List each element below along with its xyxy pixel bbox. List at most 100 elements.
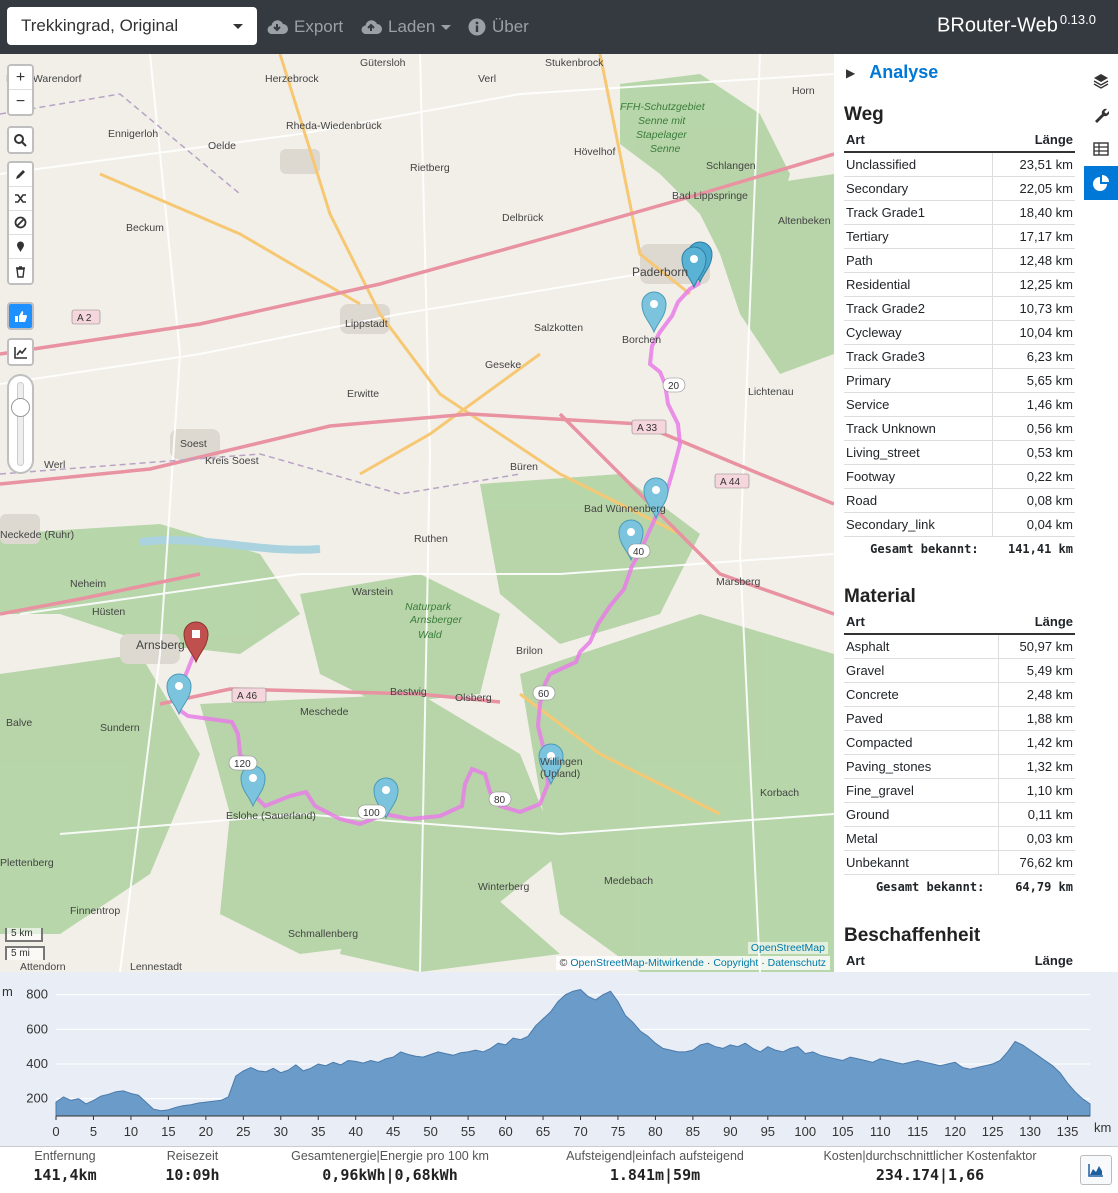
row-type: Cycleway <box>844 320 993 345</box>
zoom-out-button[interactable]: − <box>9 90 32 114</box>
map-view[interactable]: Gütersloh Stukenbrock Herzebrock Verl Horn Kr… <box>0 54 834 972</box>
about-button[interactable]: Über <box>468 14 529 40</box>
row-length: 6,23 km <box>992 344 1075 369</box>
table-row[interactable]: Residential 12,25 km <box>844 272 1075 297</box>
table-row[interactable]: Track Unknown 0,56 km <box>844 416 1075 441</box>
x-tick-label: 60 <box>498 1124 512 1139</box>
stat-energy: Gesamtenergie|Energie pro 100 km 0,96kWh… <box>280 1149 500 1184</box>
x-tick-label: 35 <box>311 1124 325 1139</box>
opacity-slider-track[interactable] <box>9 376 32 472</box>
table-row[interactable]: Metal 0,03 km <box>844 826 1075 851</box>
x-tick-label: 20 <box>199 1124 213 1139</box>
draw-route-button[interactable] <box>9 163 32 187</box>
svg-text:100: 100 <box>363 808 380 819</box>
table-row[interactable]: Track Grade2 10,73 km <box>844 296 1075 321</box>
poi-button[interactable] <box>9 235 32 259</box>
table-row[interactable]: Service 1,46 km <box>844 392 1075 417</box>
row-type: Concrete <box>844 682 999 707</box>
weg-col-length[interactable]: Länge <box>992 128 1075 153</box>
total-label: Gesamt bekannt: <box>875 880 985 895</box>
row-length: 12,48 km <box>992 248 1075 273</box>
table-row[interactable]: Cycleway 10,04 km <box>844 320 1075 345</box>
table-row[interactable]: Concrete 2,48 km <box>844 682 1075 707</box>
table-row[interactable]: Path 12,48 km <box>844 248 1075 273</box>
panel-header[interactable]: ▶ Analyse <box>846 62 938 83</box>
table-row[interactable]: Compacted 1,42 km <box>844 730 1075 755</box>
table-icon <box>1093 142 1109 156</box>
opacity-slider[interactable] <box>7 374 34 474</box>
y-tick-label: 800 <box>26 987 48 1002</box>
table-row[interactable]: Unclassified 23,51 km <box>844 152 1075 177</box>
table-row[interactable]: Living_street 0,53 km <box>844 440 1075 465</box>
x-tick-label: 75 <box>611 1124 625 1139</box>
map-tiles: Gütersloh Stukenbrock Herzebrock Verl Horn Kr… <box>0 54 834 972</box>
osm-contributors-link[interactable]: OpenStreetMap-Mitwirkende <box>570 957 704 969</box>
place-label: Senne <box>650 143 681 155</box>
top-navbar: Trekkingrad, Original Export Laden Über … <box>0 0 1118 54</box>
search-button[interactable] <box>9 128 32 152</box>
table-row[interactable]: Secondary_link 0,04 km <box>844 512 1075 537</box>
table-row[interactable]: Paved 1,88 km <box>844 706 1075 731</box>
route-tools <box>7 161 34 285</box>
road-shield: A 46 <box>231 687 267 703</box>
tab-analysis[interactable] <box>1084 166 1118 200</box>
table-row[interactable]: Road 0,08 km <box>844 488 1075 513</box>
table-row[interactable]: Asphalt 50,97 km <box>844 634 1075 659</box>
route-stats-bar: Entfernung 141,4km Reisezeit 10:09h Gesa… <box>0 1146 1118 1193</box>
table-row[interactable]: Footway 0,22 km <box>844 464 1075 489</box>
nogo-area-button[interactable] <box>9 211 32 235</box>
reverse-route-button[interactable] <box>9 187 32 211</box>
svg-text:A 2: A 2 <box>77 313 92 324</box>
beschaffenheit-heading: Beschaffenheit <box>844 925 981 946</box>
weg-col-type[interactable]: Art <box>844 128 993 153</box>
place-label: Finnentrop <box>70 905 120 917</box>
stat-cost: Kosten|durchschnittlicher Kostenfaktor 2… <box>805 1149 1055 1184</box>
place-label: Schlangen <box>706 160 756 172</box>
table-row[interactable]: Paving_stones 1,32 km <box>844 754 1075 779</box>
tab-settings[interactable] <box>1084 98 1118 132</box>
row-length: 2,48 km <box>997 682 1075 707</box>
x-tick-label: 40 <box>348 1124 362 1139</box>
elevation-chart[interactable]: 200 400 600 800 m 0 5 10 15 20 25 30 35 40 45 50 55 60 65 7… <box>0 972 1118 1146</box>
table-row[interactable]: Primary 5,65 km <box>844 368 1075 393</box>
profile-select[interactable]: Trekkingrad, Original <box>7 7 257 45</box>
row-length: 22,05 km <box>992 176 1075 201</box>
copyright-link[interactable]: Copyright <box>713 957 758 969</box>
toggle-elevation-button[interactable] <box>1080 1155 1112 1185</box>
row-type: Tertiary <box>844 224 993 249</box>
elevation-button[interactable] <box>9 340 32 364</box>
material-col-type[interactable]: Art <box>844 610 999 635</box>
table-row[interactable]: Secondary 22,05 km <box>844 176 1075 201</box>
table-row[interactable]: Ground 0,11 km <box>844 802 1075 827</box>
zoom-in-button[interactable]: + <box>9 66 32 90</box>
table-row[interactable]: Track Grade1 18,40 km <box>844 200 1075 225</box>
place-label: Neheim <box>70 578 106 590</box>
table-row[interactable]: Unbekannt 76,62 km <box>844 850 1075 875</box>
beschaffenheit-col-length[interactable]: Länge <box>924 949 1075 972</box>
elevation-profile[interactable]: 200 400 600 800 m 0 5 10 15 20 25 30 35 40 45 50 55 60 65 7… <box>0 972 1118 1146</box>
place-label: Werl <box>44 459 65 471</box>
material-col-length[interactable]: Länge <box>998 610 1075 635</box>
stat-travel-time: Reisezeit 10:09h <box>145 1149 240 1184</box>
table-row[interactable]: Tertiary 17,17 km <box>844 224 1075 249</box>
place-label: Winterberg <box>478 881 530 893</box>
stat-cost-value: 234.174|1,66 <box>875 1166 985 1184</box>
opacity-slider-handle[interactable] <box>11 398 30 417</box>
table-row[interactable]: Gravel 5,49 km <box>844 658 1075 683</box>
svg-text:A 33: A 33 <box>637 423 657 434</box>
thumbs-up-button[interactable] <box>9 304 32 328</box>
road-shield: 20 <box>662 377 686 393</box>
load-button[interactable]: Laden <box>360 14 452 40</box>
row-length: 17,17 km <box>992 224 1075 249</box>
table-row[interactable]: Track Grade3 6,23 km <box>844 344 1075 369</box>
tab-table[interactable] <box>1084 132 1118 166</box>
row-length: 12,25 km <box>992 272 1075 297</box>
privacy-link[interactable]: Datenschutz <box>768 957 826 969</box>
export-button[interactable]: Export <box>266 14 343 40</box>
stat-ascent-label: Aufsteigend|einfach aufsteigend <box>566 1149 744 1163</box>
beschaffenheit-col-type[interactable]: Art <box>844 949 925 972</box>
place-label: Ruthen <box>414 533 448 545</box>
tab-layers[interactable] <box>1084 64 1118 98</box>
delete-route-button[interactable] <box>9 259 32 283</box>
table-row[interactable]: Fine_gravel 1,10 km <box>844 778 1075 803</box>
